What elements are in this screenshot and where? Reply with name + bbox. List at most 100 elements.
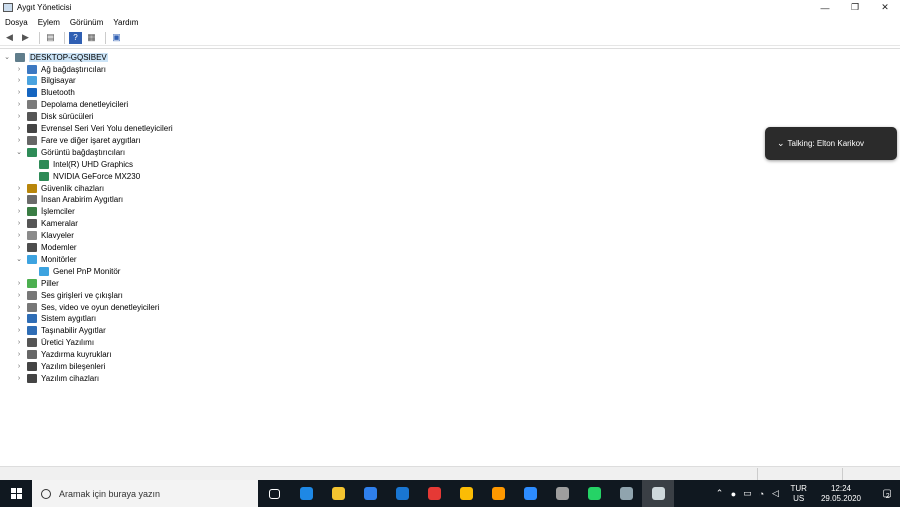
chevron-down-icon[interactable]: ⌄ (15, 148, 23, 156)
device-icon (27, 76, 37, 86)
tree-item-label: Yazılım cihazları (41, 373, 100, 383)
chevron-down-icon[interactable]: ⌄ (777, 138, 785, 149)
chevron-right-icon[interactable]: › (15, 280, 23, 287)
battery-icon[interactable]: ▭ (741, 488, 755, 499)
taskbar-zoom-button[interactable] (514, 480, 546, 507)
taskbar-task-view-button[interactable] (258, 480, 290, 507)
tree-item-label: Güvenlik cihazları (41, 183, 105, 193)
taskbar-mail-button[interactable] (386, 480, 418, 507)
properties-icon[interactable]: ▤ (44, 32, 57, 44)
chevron-right-icon[interactable]: › (15, 113, 23, 120)
close-button[interactable]: ✕ (870, 0, 900, 15)
tree-category[interactable]: › Depolama denetleyicileri (15, 99, 128, 111)
taskbar-device-manager-active-button[interactable] (642, 480, 674, 507)
tree-category[interactable]: › Yazdırma kuyrukları (15, 349, 112, 361)
menu-eylem[interactable]: Eylem (38, 18, 60, 27)
chevron-right-icon[interactable]: › (15, 89, 23, 96)
volume-icon[interactable]: ◁ (769, 488, 783, 499)
tree-category[interactable]: › Ses girişleri ve çıkışları (15, 289, 123, 301)
chevron-right-icon[interactable]: › (15, 315, 23, 322)
taskbar-store-button[interactable] (354, 480, 386, 507)
chevron-down-icon[interactable]: ⌄ (15, 255, 23, 263)
network-icon[interactable]: ◔ (755, 489, 769, 499)
tree-category[interactable]: › Disk sürücüleri (15, 111, 93, 123)
chevron-right-icon[interactable]: › (15, 304, 23, 311)
taskbar-control-panel-button[interactable] (610, 480, 642, 507)
tree-category[interactable]: › Kameralar (15, 218, 78, 230)
taskbar-device-manager-button[interactable] (546, 480, 578, 507)
tree-category[interactable]: › Taşınabilir Aygıtlar (15, 325, 106, 337)
taskbar-whatsapp-button[interactable] (578, 480, 610, 507)
tree-category[interactable]: › Modemler (15, 242, 77, 254)
tree-category[interactable]: › Sistem aygıtları (15, 313, 96, 325)
chevron-right-icon[interactable]: › (15, 196, 23, 203)
chevron-right-icon[interactable]: › (15, 101, 23, 108)
tree-category[interactable]: › Ses, video ve oyun denetleyicileri (15, 301, 159, 313)
tree-category[interactable]: › Güvenlik cihazları (15, 182, 104, 194)
tree-category[interactable]: › Yazılım cihazları (15, 372, 99, 384)
tree-device[interactable]: Genel PnP Monitör (27, 265, 120, 277)
chevron-right-icon[interactable]: › (15, 66, 23, 73)
tree-category[interactable]: ⌄ Monitörler (15, 253, 77, 265)
tree-category[interactable]: › İşlemciler (15, 206, 75, 218)
tree-category[interactable]: › Bilgisayar (15, 75, 76, 87)
taskbar-chrome-button[interactable] (450, 480, 482, 507)
chevron-right-icon[interactable]: › (15, 339, 23, 346)
chevron-right-icon[interactable]: › (15, 220, 23, 227)
menu-gorunum[interactable]: Görünüm (70, 18, 103, 27)
chevron-up-icon[interactable]: ⌃ (713, 488, 727, 499)
taskbar-search-box[interactable]: Aramak için buraya yazın (32, 480, 258, 507)
chevron-down-icon[interactable]: ⌄ (3, 53, 11, 61)
chevron-right-icon[interactable]: › (15, 77, 23, 84)
tree-category[interactable]: › Evrensel Seri Veri Yolu denetleyicileri (15, 123, 173, 135)
chevron-right-icon[interactable]: › (15, 208, 23, 215)
back-arrow-icon[interactable]: ◀ (3, 32, 16, 44)
tree-category[interactable]: › Yazılım bileşenleri (15, 361, 105, 373)
tree-category[interactable]: › İnsan Arabirim Aygıtları (15, 194, 123, 206)
chevron-right-icon[interactable]: › (15, 125, 23, 132)
help-icon[interactable]: ? (69, 31, 82, 44)
menu-yardim[interactable]: Yardım (113, 18, 138, 27)
title-bar[interactable]: Aygıt Yöneticisi — ❐ ✕ (0, 0, 900, 15)
chevron-right-icon[interactable]: › (15, 232, 23, 239)
device-icon (27, 290, 37, 300)
tree-category[interactable]: › Üretici Yazılımı (15, 337, 94, 349)
minimize-button[interactable]: — (810, 0, 840, 15)
tree-root[interactable]: ⌄ DESKTOP-GQSIBEV (3, 51, 108, 63)
tree-category[interactable]: › Ağ bağdaştırıcıları (15, 63, 106, 75)
tree-category[interactable]: › Fare ve diğer işaret aygıtları (15, 134, 141, 146)
view-list-icon[interactable]: ▦ (85, 32, 98, 44)
chevron-right-icon[interactable]: › (15, 363, 23, 370)
notification-center-button[interactable]: ▢ 2 (875, 480, 897, 507)
taskbar-file-explorer-button[interactable] (322, 480, 354, 507)
forward-arrow-icon[interactable]: ▶ (19, 32, 32, 44)
chevron-right-icon[interactable]: › (15, 292, 23, 299)
scan-hardware-icon[interactable]: ▣ (110, 32, 123, 44)
device-icon (27, 326, 37, 336)
microphone-icon[interactable]: ● (727, 489, 741, 499)
menu-dosya[interactable]: Dosya (5, 18, 28, 27)
tree-category[interactable]: › Klavyeler (15, 230, 74, 242)
tree-category[interactable]: › Piller (15, 277, 59, 289)
chevron-right-icon[interactable]: › (15, 137, 23, 144)
clock[interactable]: 12:24 29.05.2020 (821, 484, 861, 504)
restore-button[interactable]: ❐ (840, 0, 870, 15)
tree-category[interactable]: › Bluetooth (15, 87, 75, 99)
chevron-right-icon[interactable]: › (15, 327, 23, 334)
chevron-right-icon[interactable]: › (15, 351, 23, 358)
chevron-right-icon[interactable]: › (15, 244, 23, 251)
app-orange-icon (491, 487, 505, 500)
talking-notification[interactable]: ⌄ Talking: Elton Karikov (765, 127, 897, 160)
start-button[interactable] (0, 480, 32, 507)
language-indicator[interactable]: TUR US (791, 484, 807, 504)
taskbar-opera-button[interactable] (418, 480, 450, 507)
chevron-right-icon[interactable]: › (15, 375, 23, 382)
device-manager-icon (555, 487, 569, 500)
device-icon (27, 64, 37, 74)
tree-category[interactable]: ⌄ Görüntü bağdaştırıcıları (15, 146, 125, 158)
taskbar-app-orange-button[interactable] (482, 480, 514, 507)
taskbar-edge-button[interactable] (290, 480, 322, 507)
tree-device[interactable]: Intel(R) UHD Graphics (27, 158, 133, 170)
tree-device[interactable]: NVIDIA GeForce MX230 (27, 170, 140, 182)
chevron-right-icon[interactable]: › (15, 185, 23, 192)
